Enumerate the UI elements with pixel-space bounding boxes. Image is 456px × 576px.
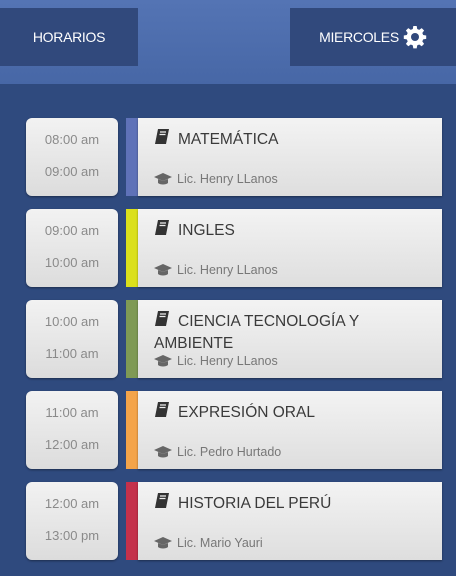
course-color-bar	[126, 209, 138, 287]
schedule-row[interactable]: 11:00 am 12:00 am EXPRESIÓN ORAL Lic. Pe…	[26, 391, 442, 469]
end-time: 10:00 am	[44, 255, 100, 270]
graduation-cap-icon	[154, 173, 172, 185]
horarios-button[interactable]: HORARIOS	[0, 8, 138, 66]
day-selector-button[interactable]: MIERCOLES	[290, 8, 456, 66]
course-title: CIENCIA TECNOLOGÍA Y AMBIENTE	[154, 310, 434, 354]
book-icon	[154, 128, 172, 152]
book-icon	[154, 310, 172, 334]
start-time: 09:00 am	[44, 223, 100, 238]
schedule-row[interactable]: 12:00 am 13:00 pm HISTORIA DEL PERÚ Lic.…	[26, 482, 442, 560]
teacher-line: Lic. Henry LLanos	[154, 263, 278, 277]
time-box: 11:00 am 12:00 am	[26, 391, 118, 469]
start-time: 08:00 am	[44, 132, 100, 147]
schedule-row[interactable]: 09:00 am 10:00 am INGLES Lic. Henry LLan…	[26, 209, 442, 287]
course-title: INGLES	[154, 219, 434, 243]
teacher-line: Lic. Mario Yauri	[154, 536, 263, 550]
course-card[interactable]: CIENCIA TECNOLOGÍA Y AMBIENTE Lic. Henry…	[138, 300, 442, 378]
start-time: 12:00 am	[44, 496, 100, 511]
gear-icon[interactable]	[403, 25, 427, 49]
teacher-name: Lic. Henry LLanos	[177, 263, 278, 277]
course-name: HISTORIA DEL PERÚ	[178, 495, 332, 512]
course-card[interactable]: MATEMÁTICA Lic. Henry LLanos	[138, 118, 442, 196]
end-time: 13:00 pm	[44, 528, 100, 543]
time-box: 12:00 am 13:00 pm	[26, 482, 118, 560]
teacher-name: Lic. Mario Yauri	[177, 536, 263, 550]
time-box: 10:00 am 11:00 am	[26, 300, 118, 378]
day-label: MIERCOLES	[319, 29, 399, 45]
book-icon	[154, 492, 172, 516]
end-time: 12:00 am	[44, 437, 100, 452]
schedule-row[interactable]: 10:00 am 11:00 am CIENCIA TECNOLOGÍA Y A…	[26, 300, 442, 378]
teacher-name: Lic. Henry LLanos	[177, 172, 278, 186]
course-title: MATEMÁTICA	[154, 128, 434, 152]
book-icon	[154, 401, 172, 425]
course-card[interactable]: INGLES Lic. Henry LLanos	[138, 209, 442, 287]
course-color-bar	[126, 482, 138, 560]
course-name: CIENCIA TECNOLOGÍA Y AMBIENTE	[154, 313, 359, 352]
course-card[interactable]: EXPRESIÓN ORAL Lic. Pedro Hurtado	[138, 391, 442, 469]
end-time: 09:00 am	[44, 164, 100, 179]
start-time: 10:00 am	[44, 314, 100, 329]
course-card[interactable]: HISTORIA DEL PERÚ Lic. Mario Yauri	[138, 482, 442, 560]
top-bar: HORARIOS MIERCOLES	[0, 0, 456, 84]
graduation-cap-icon	[154, 355, 172, 367]
teacher-line: Lic. Henry LLanos	[154, 172, 278, 186]
start-time: 11:00 am	[45, 405, 99, 420]
course-name: MATEMÁTICA	[178, 131, 279, 148]
teacher-line: Lic. Henry LLanos	[154, 354, 278, 368]
schedule-row[interactable]: 08:00 am 09:00 am MATEMÁTICA Lic. Henry …	[26, 118, 442, 196]
teacher-name: Lic. Henry LLanos	[177, 354, 278, 368]
course-name: EXPRESIÓN ORAL	[178, 404, 315, 421]
teacher-line: Lic. Pedro Hurtado	[154, 445, 281, 459]
graduation-cap-icon	[154, 446, 172, 458]
course-name: INGLES	[178, 222, 235, 239]
book-icon	[154, 219, 172, 243]
end-time: 11:00 am	[45, 346, 99, 361]
horarios-label: HORARIOS	[32, 29, 106, 45]
course-color-bar	[126, 118, 138, 196]
time-box: 09:00 am 10:00 am	[26, 209, 118, 287]
graduation-cap-icon	[154, 537, 172, 549]
course-title: HISTORIA DEL PERÚ	[154, 492, 434, 516]
course-color-bar	[126, 300, 138, 378]
graduation-cap-icon	[154, 264, 172, 276]
course-title: EXPRESIÓN ORAL	[154, 401, 434, 425]
course-color-bar	[126, 391, 138, 469]
time-box: 08:00 am 09:00 am	[26, 118, 118, 196]
teacher-name: Lic. Pedro Hurtado	[177, 445, 282, 459]
